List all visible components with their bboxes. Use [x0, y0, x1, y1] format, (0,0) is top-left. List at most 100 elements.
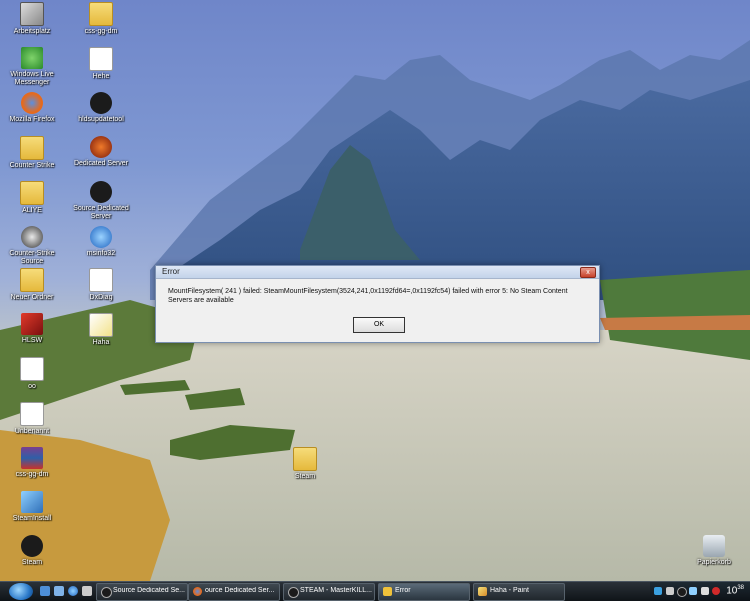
show-desktop-icon[interactable] — [40, 586, 50, 596]
info-icon — [90, 226, 112, 248]
desktop-icon-arbeitsplatz[interactable]: Arbeitsplatz — [2, 2, 62, 36]
icon-label: Papierkorb — [697, 559, 731, 566]
taskbar-item-paint[interactable]: Haha - Paint — [473, 583, 565, 601]
desktop-icon-counter-strike-source[interactable]: Counter-Strike Source — [2, 226, 62, 266]
desktop-icon-css-gg-dm-archive[interactable]: css-gg-dm — [2, 447, 62, 479]
clock-hour: 10 — [726, 585, 738, 597]
taskbar-item-source-dedicated-server[interactable]: Source Dedicated Se... — [96, 583, 188, 601]
quick-launch-icon[interactable] — [82, 586, 92, 596]
halflife-icon — [90, 136, 112, 158]
icon-label: ALIYE — [22, 207, 42, 214]
firefox-icon — [193, 587, 202, 596]
icon-label: Unbenannt — [14, 428, 50, 435]
dialog-title: Error — [162, 267, 180, 276]
icon-label: Source Dedicated Server — [73, 205, 129, 220]
folder-icon — [20, 181, 44, 205]
desktop: Arbeitsplatz css-gg-dm Windows Live Mess… — [0, 0, 750, 581]
folder-icon — [20, 136, 44, 160]
computer-icon — [20, 2, 44, 26]
icon-label: Steam — [21, 559, 43, 566]
desktop-icon-counter-strike[interactable]: Counter Strike — [2, 136, 62, 170]
clock[interactable]: 1038 — [726, 585, 744, 596]
clock-minute: 38 — [737, 585, 744, 591]
icon-label: Haha — [92, 339, 110, 346]
desktop-icon-steam-folder[interactable]: Steam — [275, 447, 335, 481]
taskbar-item-error[interactable]: Error — [378, 583, 470, 601]
tray-icon[interactable] — [666, 587, 674, 595]
icon-label: Arbeitsplatz — [13, 28, 51, 35]
desktop-icon-neuer-ordner[interactable]: Neuer Ordner — [2, 268, 62, 302]
document-icon — [20, 357, 44, 381]
icon-label: Hehe — [92, 73, 110, 80]
task-label: Haha - Paint — [490, 587, 529, 594]
desktop-icon-css-gg-dm-folder[interactable]: css-gg-dm — [71, 2, 131, 36]
desktop-icon-hldsupdatetool[interactable]: hldsupdatetool — [71, 92, 131, 124]
installer-icon — [21, 491, 43, 513]
steam-icon — [90, 92, 112, 114]
desktop-icon-haha[interactable]: Haha — [71, 313, 131, 347]
document-icon — [20, 402, 44, 426]
icon-label: css-gg-dm — [84, 28, 118, 35]
task-label: ource Dedicated Ser... — [205, 587, 275, 594]
switch-windows-icon[interactable] — [54, 586, 64, 596]
desktop-icon-unbenannt[interactable]: Unbenannt — [2, 402, 62, 436]
icon-label: Windows Live Messenger — [10, 71, 54, 86]
volume-icon[interactable] — [701, 587, 709, 595]
desktop-icon-hehe[interactable]: Hehe — [71, 47, 131, 81]
internet-explorer-icon[interactable] — [68, 586, 78, 596]
desktop-icon-hlsw[interactable]: HLSW — [2, 313, 62, 345]
alert-icon[interactable] — [712, 587, 720, 595]
icon-label: hldsupdatetool — [78, 116, 124, 123]
winrar-icon — [21, 447, 43, 469]
desktop-icon-msinfo32[interactable]: msinfo32 — [71, 226, 131, 258]
steam-tray-icon[interactable] — [677, 587, 687, 597]
taskbar-item-steam[interactable]: STEAM - MasterKILL... — [283, 583, 375, 601]
warning-icon — [383, 587, 392, 596]
desktop-icon-aliye[interactable]: ALIYE — [2, 181, 62, 215]
folder-icon — [293, 447, 317, 471]
task-label: STEAM - MasterKILL... — [300, 587, 372, 594]
close-icon[interactable]: x — [580, 267, 596, 278]
taskbar-item-firefox[interactable]: ource Dedicated Ser... — [188, 583, 280, 601]
desktop-icon-dxdiag[interactable]: DxDiag — [71, 268, 131, 302]
start-button[interactable] — [9, 583, 33, 600]
recycle-bin-icon — [703, 535, 725, 557]
desktop-icon-source-dedicated-server[interactable]: Source Dedicated Server — [71, 181, 131, 221]
icon-label: Steam — [294, 473, 316, 480]
desktop-icon-mozilla-firefox[interactable]: Mozilla Firefox — [2, 92, 62, 124]
paint-document-icon — [89, 313, 113, 337]
firefox-icon — [21, 92, 43, 114]
icon-label: HLSW — [21, 337, 43, 344]
dialog-titlebar[interactable]: Error x — [156, 266, 599, 279]
error-message: MountFilesystem( 241 ) failed: SteamMoun… — [168, 288, 568, 304]
icon-label: Mozilla Firefox — [9, 116, 55, 123]
desktop-icon-oo[interactable]: oo — [2, 357, 62, 391]
steam-icon — [21, 535, 43, 557]
icon-label: Dedicated Server — [73, 160, 129, 167]
network-icon[interactable] — [689, 587, 697, 595]
icon-label: css-gg-dm — [15, 471, 49, 478]
hlsw-icon — [21, 313, 43, 335]
system-tray: 1038 — [650, 582, 750, 601]
language-icon[interactable] — [654, 587, 662, 595]
icon-label: Neuer Ordner — [10, 294, 54, 301]
steam-icon — [101, 587, 112, 598]
task-label: Error — [395, 587, 411, 594]
steam-icon — [90, 181, 112, 203]
error-dialog: Error x MountFilesystem( 241 ) failed: S… — [155, 265, 600, 343]
desktop-icon-papierkorb[interactable]: Papierkorb — [684, 535, 744, 567]
icon-label: oo — [28, 383, 36, 390]
folder-icon — [89, 2, 113, 26]
taskbar: Source Dedicated Se... ource Dedicated S… — [0, 581, 750, 601]
document-icon — [89, 268, 113, 292]
ok-button[interactable]: OK — [353, 317, 405, 333]
desktop-icon-windows-live-messenger[interactable]: Windows Live Messenger — [2, 47, 62, 87]
desktop-icon-dedicated-server[interactable]: Dedicated Server — [71, 136, 131, 168]
icon-label: SteamInstall — [12, 515, 52, 522]
desktop-icon-steaminstall[interactable]: SteamInstall — [2, 491, 62, 523]
paint-icon — [478, 587, 487, 596]
desktop-icon-steam[interactable]: Steam — [2, 535, 62, 567]
counterstrike-icon — [21, 226, 43, 248]
task-label: Source Dedicated Se... — [113, 587, 185, 594]
steam-icon — [288, 587, 299, 598]
